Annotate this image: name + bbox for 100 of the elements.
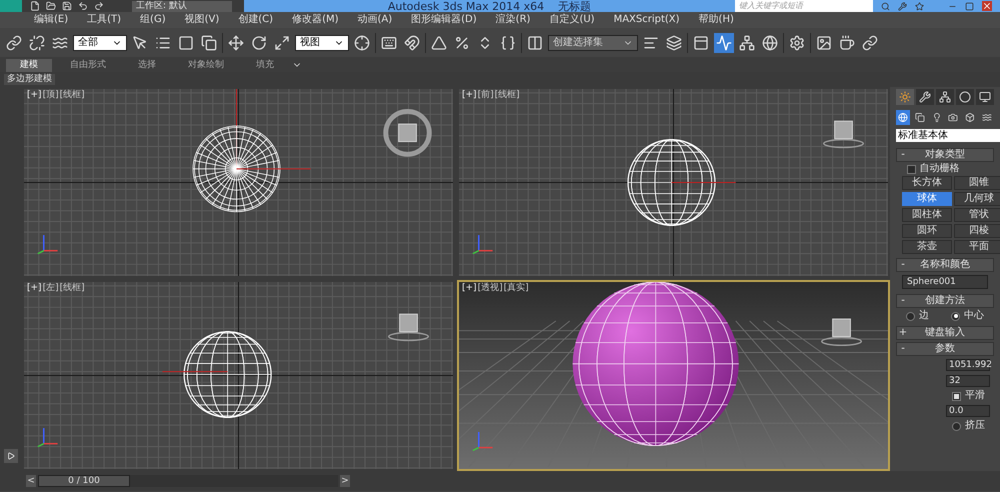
next-frame-button[interactable]: > — [340, 475, 350, 487]
primitive-button[interactable]: 长方体 — [902, 176, 952, 190]
viewport-label[interactable]: [线框] — [494, 91, 520, 100]
number-field[interactable]: 1051.992 — [946, 359, 990, 371]
search-icon[interactable] — [881, 2, 890, 10]
menu-item[interactable]: 工具(T) — [87, 15, 122, 25]
primitive-button[interactable]: 茶壶 — [902, 240, 952, 254]
checkbox[interactable] — [952, 392, 961, 400]
radio-label: 中心 — [964, 311, 984, 321]
radio-button[interactable] — [951, 312, 960, 320]
primitive-button[interactable]: 球体 — [902, 192, 952, 206]
viewport-label[interactable]: [顶] — [42, 91, 59, 100]
viewport[interactable]: [+][透视][真实] — [457, 280, 890, 471]
schematic-icon[interactable] — [737, 32, 757, 52]
time-slider-thumb[interactable]: 0 / 100 — [38, 475, 130, 487]
menu-item[interactable]: 修改器(M) — [292, 15, 338, 25]
viewport-label[interactable]: [+] — [462, 91, 477, 100]
maximize-icon[interactable] — [965, 2, 974, 10]
primitive-button[interactable]: 平面 — [954, 240, 1000, 254]
viewport-label[interactable]: [线框] — [60, 284, 85, 293]
name-field[interactable]: Sphere001 — [902, 275, 988, 289]
viewport-label[interactable]: [线框] — [60, 91, 85, 100]
unlink-icon[interactable] — [27, 32, 47, 52]
layers-icon[interactable] — [664, 32, 684, 52]
undo-icon[interactable] — [78, 1, 88, 11]
menu-item[interactable]: 图形编辑器(D) — [411, 15, 477, 25]
primitive-button[interactable]: 四棱 — [954, 224, 1000, 238]
menu-item[interactable]: 编辑(E) — [34, 15, 68, 25]
magnet-icon[interactable] — [402, 32, 422, 52]
motion-icon[interactable] — [956, 89, 974, 105]
radio-button[interactable] — [952, 422, 961, 430]
menu-item[interactable]: 视图(V) — [184, 15, 220, 25]
crosshair-icon[interactable] — [352, 32, 372, 52]
ribbon-panel-label[interactable]: 多边形建模 — [4, 74, 55, 85]
viewport-label[interactable]: [前] — [478, 91, 494, 100]
viewport[interactable]: [+][顶][线框] — [22, 87, 455, 278]
folder-icon[interactable] — [46, 1, 56, 11]
close-icon[interactable] — [982, 1, 992, 11]
viewcube-icon[interactable] — [823, 120, 864, 148]
primitive-button[interactable]: 圆柱体 — [902, 208, 952, 222]
toolbar-dropdown[interactable]: 视图 — [295, 34, 349, 50]
hierarchy-icon[interactable] — [936, 89, 954, 105]
viewport-label[interactable]: [真实] — [504, 284, 529, 293]
primitive-button[interactable]: 管状 — [954, 208, 1000, 222]
ribbon-tab[interactable]: 自由形式 — [56, 59, 120, 72]
number-field[interactable]: 0.0 — [946, 405, 990, 417]
rollout-header[interactable]: - 参数 — [896, 342, 994, 356]
workspace-dropdown[interactable]: 工作区: 默认 — [132, 0, 232, 12]
number-field[interactable]: 32 — [946, 375, 990, 387]
checkbox[interactable] — [906, 164, 916, 174]
viewport-label[interactable]: [+] — [27, 91, 42, 100]
menu-item[interactable]: MAXScript(X) — [614, 15, 680, 25]
star-icon[interactable] — [915, 2, 924, 10]
curve-icon[interactable] — [714, 32, 734, 52]
viewcube-icon[interactable] — [388, 314, 430, 342]
prev-frame-button[interactable]: < — [26, 475, 36, 487]
rollout-header[interactable]: - 对象类型 — [896, 148, 994, 162]
menu-item[interactable]: 帮助(H) — [698, 15, 734, 25]
rollout-header[interactable]: + 键盘输入 — [896, 326, 994, 340]
move-icon[interactable] — [226, 32, 246, 52]
save-icon[interactable] — [62, 1, 72, 11]
type-dropdown[interactable]: 标准基本体 — [896, 129, 1000, 142]
link-icon[interactable] — [860, 32, 880, 52]
viewport-label[interactable]: [左] — [42, 284, 59, 293]
shapes-icon[interactable] — [912, 110, 927, 125]
new-file-icon[interactable] — [30, 1, 40, 11]
primitive-button[interactable]: 圆锥 — [954, 176, 1000, 190]
menu-item[interactable]: 组(G) — [140, 15, 166, 25]
menu-item[interactable]: 创建(C) — [238, 15, 274, 25]
viewport-label[interactable]: [透视] — [478, 284, 503, 293]
viewcube-icon[interactable] — [383, 108, 432, 157]
modify-icon[interactable] — [916, 89, 934, 105]
ribbon-tab[interactable]: 建模 — [6, 59, 52, 72]
radio-button[interactable] — [906, 312, 915, 320]
primitive-button[interactable]: 几何球 — [954, 192, 1000, 206]
menu-item[interactable]: 自定义(U) — [549, 15, 595, 25]
menu-item[interactable]: 动画(A) — [358, 15, 392, 25]
sphere-icon[interactable] — [760, 32, 780, 52]
viewport-label[interactable]: [+] — [27, 284, 42, 293]
rollout-header[interactable]: - 名称和颜色 — [896, 258, 994, 272]
viewcube-icon[interactable] — [821, 318, 862, 346]
play-icon[interactable] — [4, 449, 18, 463]
menu-item[interactable]: 渲染(R) — [496, 15, 530, 25]
primitive-button[interactable]: 圆环 — [902, 224, 952, 238]
toolbar-dropdown[interactable]: 全部 — [73, 34, 127, 50]
toolbar-dropdown[interactable]: 创建选择集 — [548, 34, 638, 50]
squares-icon[interactable] — [199, 32, 219, 52]
viewport-label[interactable]: [+] — [462, 284, 477, 293]
wrench-icon[interactable] — [898, 2, 907, 10]
display-icon[interactable] — [976, 89, 994, 105]
link-icon[interactable] — [4, 32, 24, 52]
ribbon-tab[interactable]: 填充 — [242, 59, 288, 72]
ribbon-tab[interactable]: 选择 — [124, 59, 170, 72]
viewport[interactable]: [+][左][线框] — [22, 280, 455, 471]
sphere-icon[interactable] — [896, 110, 910, 125]
window-title: Autodesk 3ds Max 2014 x64 — [388, 0, 544, 12]
viewport[interactable]: [+][前][线框] — [457, 87, 890, 278]
ribbon-tab[interactable]: 对象绘制 — [174, 59, 238, 72]
redo-icon[interactable] — [94, 1, 104, 11]
rollout-header[interactable]: - 创建方法 — [896, 294, 994, 308]
